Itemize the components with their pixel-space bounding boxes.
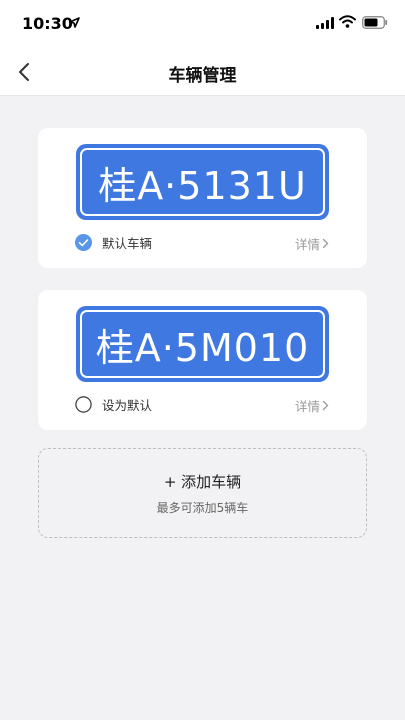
- license-plate[interactable]: 桂A·5M010: [76, 306, 329, 382]
- vehicle-card: 桂A·5M010 设为默认 详情: [38, 290, 367, 430]
- signal-icon: [316, 17, 334, 29]
- vehicle-card: 桂A·5131U 默认车辆 详情: [38, 128, 367, 268]
- default-toggle[interactable]: 默认车辆: [75, 232, 152, 252]
- detail-link[interactable]: 详情: [295, 234, 329, 253]
- default-label: 默认车辆: [102, 235, 153, 251]
- add-vehicle-label: + 添加车辆: [163, 473, 242, 491]
- wifi-icon: [339, 15, 356, 28]
- nav-bar: 车辆管理: [0, 48, 405, 96]
- location-arrow-icon: [69, 17, 80, 28]
- plate-number: 桂A·5M010: [80, 310, 325, 378]
- chevron-right-icon: [322, 238, 329, 249]
- checked-circle-icon: [75, 233, 92, 251]
- license-plate[interactable]: 桂A·5131U: [76, 144, 329, 220]
- unchecked-circle-icon: [75, 395, 92, 413]
- chevron-right-icon: [322, 400, 329, 411]
- set-default-toggle[interactable]: 设为默认: [75, 394, 152, 414]
- add-vehicle-button[interactable]: + 添加车辆 最多可添加5辆车: [38, 448, 367, 538]
- battery-icon: [362, 16, 388, 29]
- plate-number: 桂A·5131U: [80, 148, 325, 216]
- detail-label: 详情: [294, 399, 320, 414]
- page-title: 车辆管理: [168, 66, 237, 86]
- add-vehicle-hint: 最多可添加5辆车: [156, 501, 249, 515]
- set-default-label: 设为默认: [102, 397, 153, 413]
- detail-link[interactable]: 详情: [295, 396, 329, 415]
- status-time: 10:30: [22, 14, 73, 33]
- detail-label: 详情: [294, 237, 320, 252]
- status-bar: 10:30: [0, 0, 405, 48]
